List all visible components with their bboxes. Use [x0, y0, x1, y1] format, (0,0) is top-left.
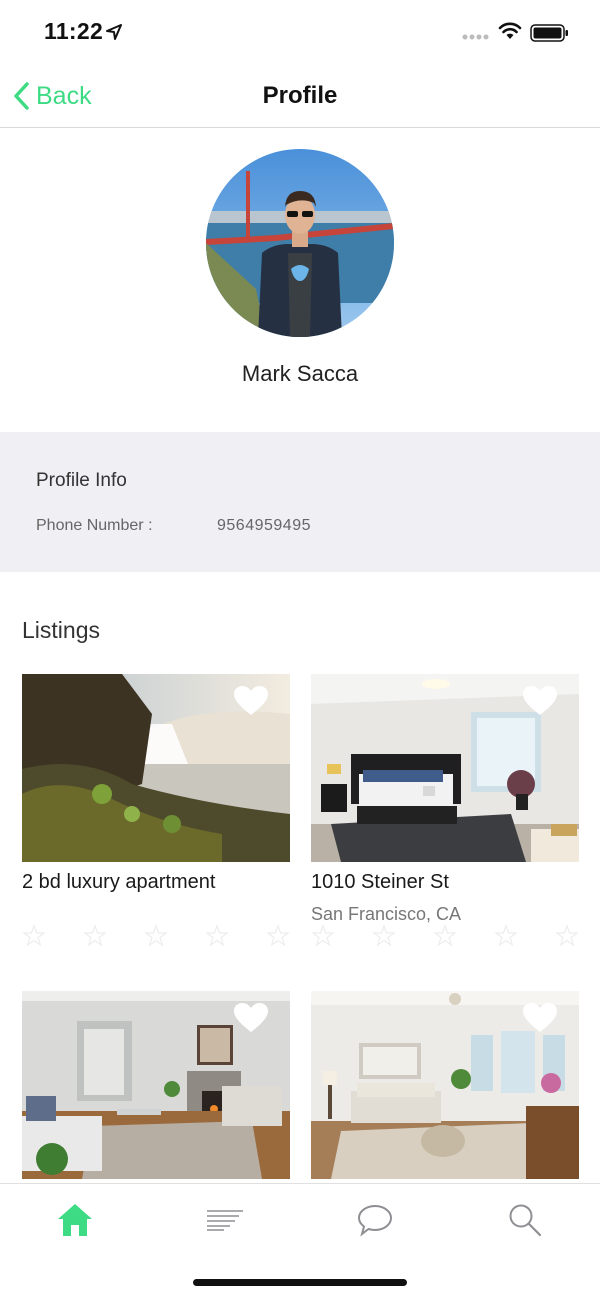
profile-avatar	[206, 149, 394, 337]
favorite-heart-icon[interactable]	[234, 686, 268, 716]
listing-location: San Francisco, CA	[311, 904, 462, 924]
profile-info-section: Profile Info Phone Number : 9564959495	[0, 432, 600, 572]
rating-stars	[311, 924, 579, 948]
navigation-bar: Back Profile	[0, 64, 600, 128]
list-icon	[207, 1210, 243, 1231]
home-indicator	[193, 1279, 407, 1286]
search-icon	[509, 1204, 542, 1237]
tab-messages[interactable]	[355, 1200, 395, 1240]
star-icon	[22, 924, 46, 947]
listing-title: 1010 Steiner St	[311, 871, 449, 893]
phone-number-label: Phone Number :	[36, 517, 153, 534]
listing-title: 2 bd luxury apartment	[22, 871, 216, 893]
tab-search[interactable]	[505, 1200, 545, 1240]
location-arrow-icon	[106, 24, 122, 40]
star-icon	[83, 924, 107, 947]
profile-info-heading: Profile Info	[36, 470, 127, 491]
wifi-icon	[498, 22, 522, 39]
star-icon	[555, 924, 579, 947]
tab-home[interactable]	[55, 1200, 95, 1240]
page-title: Profile	[262, 82, 338, 109]
cellular-signal-icon	[462, 34, 489, 40]
favorite-heart-icon[interactable]	[523, 686, 557, 716]
star-icon	[311, 924, 335, 947]
home-icon	[58, 1204, 92, 1236]
star-icon	[433, 924, 457, 947]
battery-icon	[530, 24, 568, 42]
chat-bubble-icon	[357, 1204, 393, 1237]
favorite-heart-icon[interactable]	[234, 1003, 268, 1033]
listings-heading: Listings	[22, 617, 100, 643]
star-icon	[144, 924, 168, 947]
star-icon	[266, 924, 290, 947]
profile-name: Mark Sacca	[241, 361, 359, 386]
favorite-heart-icon[interactable]	[523, 1003, 557, 1033]
status-time: 11:22	[44, 18, 104, 44]
star-icon	[372, 924, 396, 947]
status-bar: 11:22	[0, 0, 600, 64]
star-icon	[205, 924, 229, 947]
tab-feed[interactable]	[205, 1200, 245, 1240]
rating-stars	[22, 924, 290, 948]
star-icon	[494, 924, 518, 947]
phone-number-value: 9564959495	[217, 517, 311, 534]
